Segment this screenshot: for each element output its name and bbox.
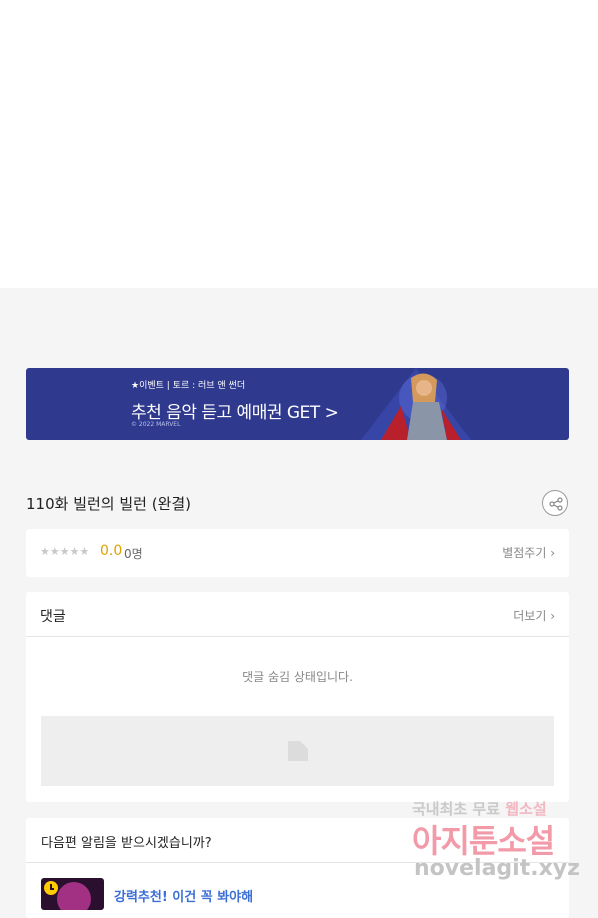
recommendation-link[interactable]: 강력추천! 이건 꼭 봐야해	[114, 886, 253, 905]
rating-count: 0명	[124, 547, 143, 561]
rating-card: ★★★★★ 0.0 0명 별점주기 ›	[26, 529, 569, 577]
comment-header: 댓글 더보기 ›	[26, 592, 569, 637]
content-area-blank	[0, 0, 598, 288]
banner-hero-image	[361, 368, 471, 440]
watermark: 국내최초 무료 웹소설 아지툰소설 novelagit.xyz	[412, 798, 582, 893]
rating-stars: ★★★★★	[40, 545, 90, 558]
watermark-url: novelagit.xyz	[414, 856, 580, 881]
episode-title: 110화 빌런의 빌런 (완결)	[26, 495, 192, 513]
comment-title: 댓글	[40, 609, 66, 625]
recommendation-thumbnail[interactable]	[41, 878, 104, 910]
rating-score: 0.0	[100, 543, 123, 559]
banner-copyright: © 2022 MARVEL	[131, 421, 181, 428]
comment-more-link[interactable]: 더보기 ›	[513, 607, 555, 624]
comment-card: 댓글 더보기 › 댓글 숨김 상태입니다.	[26, 592, 569, 802]
comment-placeholder	[41, 716, 554, 786]
notify-title: 다음편 알림을 받으시겠습니까?	[41, 836, 212, 851]
placeholder-icon	[288, 741, 308, 761]
banner-headline: 추천 음악 듣고 예매권 GET >	[131, 403, 339, 423]
event-banner[interactable]: ★이벤트 | 토르 : 러브 앤 썬더 추천 음악 듣고 예매권 GET > ©…	[26, 368, 569, 440]
clock-icon	[44, 881, 58, 895]
share-icon	[549, 497, 563, 511]
banner-kicker: ★이벤트 | 토르 : 러브 앤 썬더	[131, 381, 246, 391]
rate-button[interactable]: 별점주기 ›	[502, 544, 555, 561]
share-button[interactable]	[542, 490, 568, 516]
comment-hidden-message: 댓글 숨김 상태입니다.	[242, 670, 353, 684]
